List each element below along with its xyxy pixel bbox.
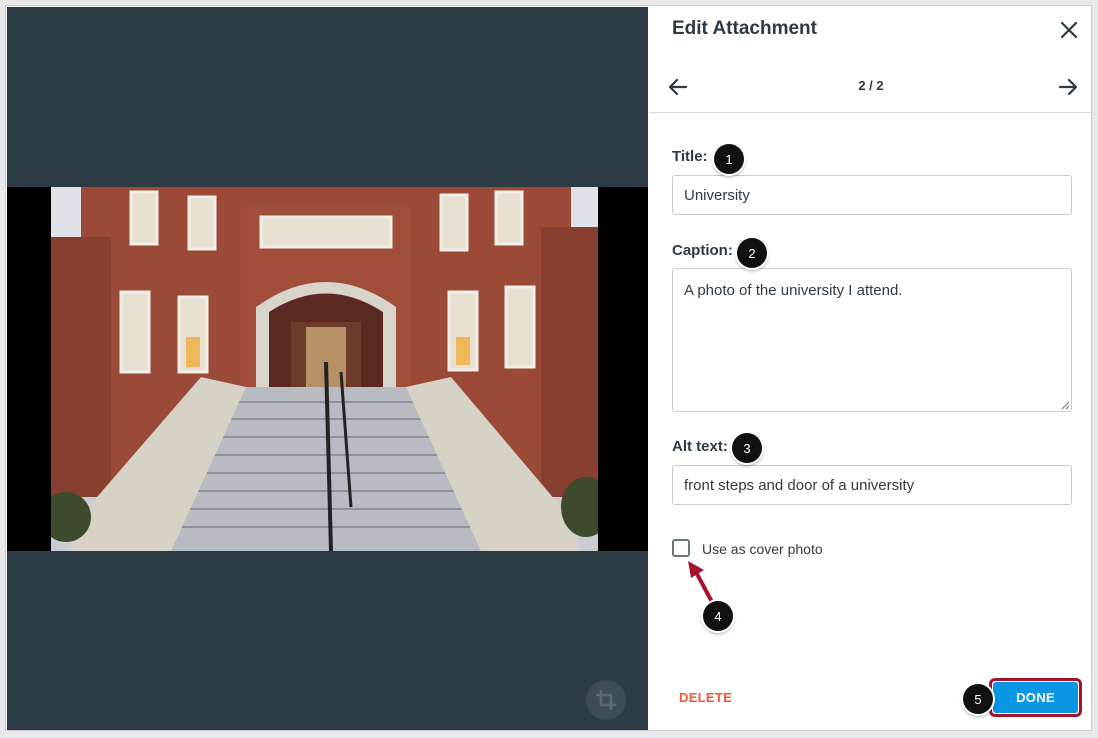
close-icon [1060,21,1078,39]
attachment-counter: 2 / 2 [858,78,884,93]
attachment-navigation: 2 / 2 [649,64,1091,112]
delete-button[interactable]: DELETE [679,690,732,705]
alt-text-label: Alt text: [672,438,728,455]
close-button[interactable] [1057,18,1081,42]
screenshot-frame: Edit Attachment 2 / 2 Title: Caption: A [5,5,1092,731]
image-preview-pane [7,7,648,730]
cover-photo-label[interactable]: Use as cover photo [702,541,823,557]
photo-letterbox [7,187,648,551]
crop-icon [596,690,616,710]
done-button[interactable]: DONE [993,682,1078,713]
university-photo-illustration [51,187,598,551]
title-label: Title: [672,148,708,165]
dialog-title: Edit Attachment [672,18,817,39]
callout-badge-1: 1 [714,144,744,174]
callout-badge-5: 5 [963,684,993,714]
attachment-photo [51,187,598,551]
header-divider [649,112,1091,113]
resize-grip-icon[interactable] [1060,400,1070,410]
cover-photo-checkbox[interactable] [672,539,690,557]
crop-button[interactable] [586,680,626,720]
caption-label: Caption: [672,242,733,259]
callout-badge-2: 2 [737,238,767,268]
alt-text-input[interactable] [672,465,1072,505]
arrow-right-icon [1058,78,1078,96]
caption-textarea[interactable]: A photo of the university I attend. [672,268,1072,412]
next-attachment-button[interactable] [1055,74,1081,100]
callout-badge-3: 3 [732,433,762,463]
callout-badge-4: 4 [703,601,733,631]
title-input[interactable] [672,175,1072,215]
